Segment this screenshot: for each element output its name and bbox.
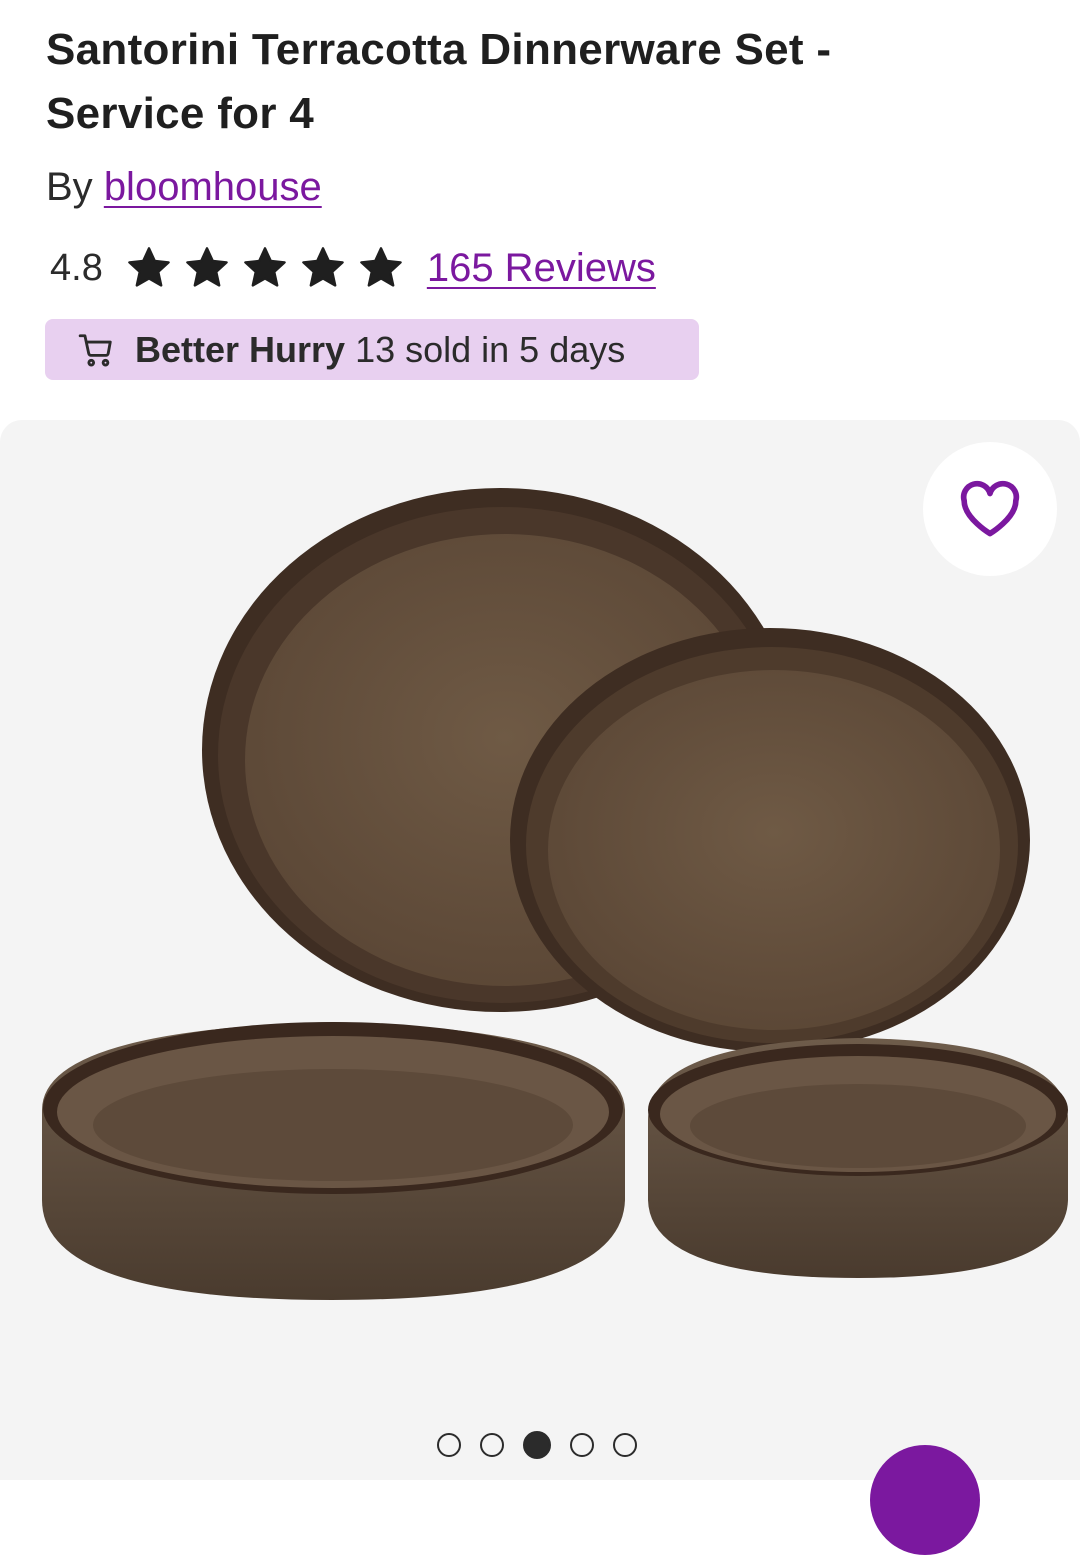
favorite-button[interactable] — [923, 442, 1057, 576]
carousel-dot-active[interactable] — [523, 1431, 551, 1459]
star-icon — [128, 247, 170, 287]
rating-value: 4.8 — [50, 246, 103, 289]
cart-icon — [78, 333, 112, 366]
brand-link[interactable]: bloomhouse — [104, 165, 322, 209]
heart-icon — [960, 480, 1020, 537]
product-image-gallery[interactable] — [0, 420, 1080, 1480]
star-icon — [302, 247, 344, 287]
urgency-badge: Better Hurry 13 sold in 5 days — [45, 319, 699, 380]
star-icon — [360, 247, 402, 287]
product-title: Santorini Terracotta Dinnerware Set - Se… — [46, 25, 832, 138]
product-image[interactable] — [0, 420, 1080, 1410]
floating-action-button[interactable] — [870, 1445, 980, 1555]
carousel-dot[interactable] — [480, 1433, 504, 1457]
brand-byline: By bloomhouse — [46, 160, 322, 214]
star-rating — [125, 244, 405, 292]
reviews-link[interactable]: 165 Reviews — [427, 246, 656, 291]
carousel-indicators — [437, 1430, 637, 1460]
star-icon — [186, 247, 228, 287]
by-prefix: By — [46, 165, 93, 209]
star-icon — [244, 247, 286, 287]
urgency-label: Better Hurry — [135, 328, 346, 370]
carousel-dot[interactable] — [613, 1433, 637, 1457]
carousel-dot[interactable] — [437, 1433, 461, 1457]
carousel-dot[interactable] — [570, 1433, 594, 1457]
rating-row: 4.8 165 Reviews — [50, 240, 656, 296]
urgency-text: 13 sold in 5 days — [355, 328, 626, 370]
